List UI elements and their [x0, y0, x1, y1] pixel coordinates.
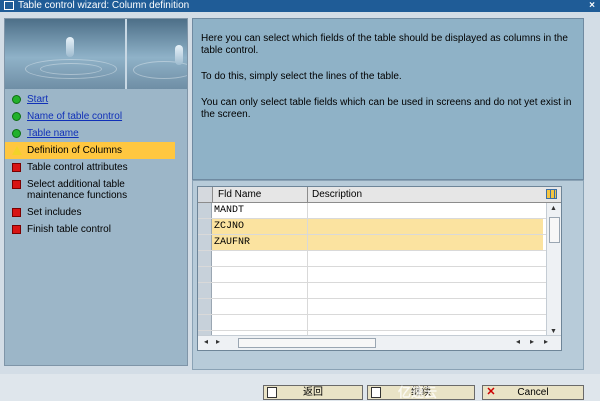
field-table: Fld Name Description MANDT ZCJNO ZAUFNR ▲ … — [197, 186, 562, 351]
grid-panel: Fld Name Description MANDT ZCJNO ZAUFNR ▲ … — [192, 180, 584, 370]
cell-description[interactable] — [308, 251, 543, 266]
step-pending-icon — [12, 225, 21, 234]
step-label: Definition of Columns — [27, 145, 123, 156]
cell-description[interactable] — [308, 203, 543, 218]
scroll-first-icon[interactable]: ◂ — [204, 337, 208, 346]
cell-description[interactable] — [308, 219, 543, 234]
table-row[interactable] — [198, 267, 561, 283]
cell-description[interactable] — [308, 283, 543, 298]
title-bar: Table control wizard: Column definition … — [0, 0, 600, 12]
watermark: 亿速云 — [398, 385, 438, 400]
step-pending-icon — [12, 180, 21, 189]
step-pending-icon — [12, 163, 21, 172]
table-row[interactable]: ZAUFNR — [198, 235, 561, 251]
step-label: Table control attributes — [27, 162, 128, 173]
window-icon — [4, 1, 14, 10]
cell-description[interactable] — [308, 235, 543, 250]
step-list: Start Name of table control Table name Defi… — [5, 91, 187, 238]
info-text-2: To do this, simply select the lines of t… — [201, 71, 402, 82]
cell-fld-name[interactable] — [212, 299, 308, 314]
step-label[interactable]: Name of table control — [27, 111, 122, 122]
table-settings-icon[interactable] — [546, 189, 557, 199]
scroll-down-icon[interactable]: ▼ — [550, 328, 557, 335]
wizard-banner-image — [5, 19, 187, 89]
cell-fld-name[interactable] — [212, 283, 308, 298]
scroll-prev-icon[interactable]: ◂ — [516, 337, 520, 346]
horizontal-scroll-thumb[interactable] — [238, 338, 376, 348]
cell-fld-name[interactable]: ZAUFNR — [212, 235, 308, 250]
scroll-left-icon[interactable]: ▸ — [216, 337, 220, 346]
step-item: Finish table control — [5, 221, 187, 238]
step-current-icon — [12, 146, 22, 155]
step-label[interactable]: Table name — [27, 128, 79, 139]
cell-fld-name[interactable]: ZCJNO — [212, 219, 308, 234]
step-item: Select additional table maintenance func… — [5, 176, 187, 204]
table-row[interactable] — [198, 283, 561, 299]
vertical-scrollbar[interactable]: ▲ ▼ — [546, 203, 561, 337]
select-all-button[interactable] — [198, 187, 213, 202]
cell-fld-name[interactable] — [212, 251, 308, 266]
step-item[interactable]: Table name — [5, 125, 187, 142]
info-box: Here you can select which fields of the … — [192, 18, 584, 180]
cell-description[interactable] — [308, 267, 543, 282]
step-done-icon — [12, 129, 21, 138]
cell-fld-name[interactable] — [212, 315, 308, 330]
step-done-icon — [12, 95, 21, 104]
info-text-1: Here you can select which fields of the … — [201, 33, 568, 56]
table-row[interactable]: MANDT — [198, 203, 561, 219]
row-selector[interactable] — [198, 251, 212, 266]
cell-description[interactable] — [308, 315, 543, 330]
table-rows: MANDT ZCJNO ZAUFNR — [198, 203, 561, 347]
table-row[interactable] — [198, 251, 561, 267]
back-button[interactable]: 返回 — [263, 385, 363, 400]
row-selector[interactable] — [198, 219, 212, 234]
cell-fld-name[interactable] — [212, 267, 308, 282]
vertical-scroll-thumb[interactable] — [549, 217, 560, 243]
scroll-last-icon[interactable]: ▸ — [544, 337, 548, 346]
step-item: Definition of Columns — [5, 142, 175, 159]
close-icon[interactable]: × — [589, 0, 595, 12]
step-label: Set includes — [27, 207, 82, 218]
column-header-fld-name[interactable]: Fld Name — [212, 187, 308, 202]
row-selector[interactable] — [198, 203, 212, 218]
cancel-button[interactable]: ✕ Cancel — [482, 385, 584, 400]
step-item: Set includes — [5, 204, 187, 221]
step-label[interactable]: Start — [27, 94, 48, 105]
scroll-up-icon[interactable]: ▲ — [550, 205, 557, 212]
cell-fld-name[interactable]: MANDT — [212, 203, 308, 218]
scroll-right-icon[interactable]: ▸ — [530, 337, 534, 346]
table-row[interactable] — [198, 299, 561, 315]
row-selector[interactable] — [198, 315, 212, 330]
step-label: Select additional table maintenance func… — [27, 179, 128, 201]
step-label: Finish table control — [27, 224, 111, 235]
steps-panel: Start Name of table control Table name Defi… — [4, 18, 188, 366]
step-item: Table control attributes — [5, 159, 187, 176]
row-selector[interactable] — [198, 299, 212, 314]
horizontal-scrollbar[interactable]: ◂ ▸ ◂ ▸ ▸ — [198, 335, 561, 350]
table-header: Fld Name Description — [198, 187, 561, 203]
table-row[interactable]: ZCJNO — [198, 219, 561, 235]
row-selector[interactable] — [198, 267, 212, 282]
step-pending-icon — [12, 208, 21, 217]
table-row[interactable] — [198, 315, 561, 331]
info-text-3: You can only select table fields which c… — [201, 97, 572, 120]
window-title: Table control wizard: Column definition — [18, 0, 190, 11]
row-selector[interactable] — [198, 283, 212, 298]
cell-description[interactable] — [308, 299, 543, 314]
step-done-icon — [12, 112, 21, 121]
column-header-description[interactable]: Description — [308, 187, 543, 202]
step-item[interactable]: Start — [5, 91, 187, 108]
row-selector[interactable] — [198, 235, 212, 250]
step-item[interactable]: Name of table control — [5, 108, 187, 125]
